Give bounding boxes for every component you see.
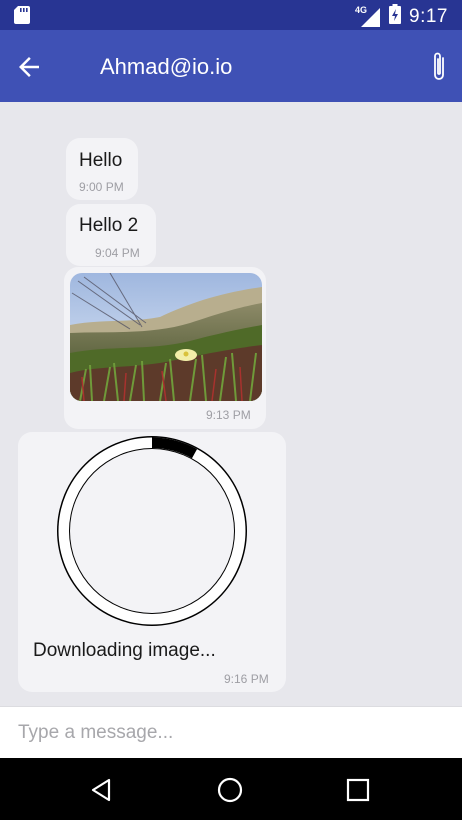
- message-list[interactable]: Hello 9:00 PM Hello 2 9:04 PM 9:13 PM Do…: [0, 102, 462, 706]
- message-photo[interactable]: [70, 273, 262, 401]
- message-time: 9:13 PM: [206, 408, 251, 422]
- message-text: Hello 2: [79, 215, 139, 236]
- message-text: Hello: [79, 150, 123, 171]
- message-time: 9:00 PM: [79, 180, 124, 194]
- attach-button[interactable]: [428, 50, 450, 84]
- paperclip-icon: [434, 52, 444, 80]
- status-icons: 4G 9:17: [355, 4, 448, 29]
- signal-icon: 4G: [355, 5, 381, 28]
- app-bar: Ahmad@io.io: [0, 30, 462, 102]
- message-time: 9:04 PM: [95, 246, 140, 260]
- arrow-left-icon: [19, 57, 39, 77]
- message-composer: [0, 706, 462, 759]
- message-bubble[interactable]: Hello 2 9:04 PM: [66, 204, 156, 266]
- message-time: 9:16 PM: [224, 672, 269, 686]
- message-bubble[interactable]: Hello 9:00 PM: [66, 138, 138, 200]
- back-triangle-icon: [91, 778, 111, 802]
- download-progress-ring: [57, 436, 247, 626]
- chat-screen: 4G 9:17 Ahmad@io.io Hello 9:00 PM Hello …: [0, 0, 462, 820]
- sd-card-icon: [14, 6, 30, 29]
- nav-home-button[interactable]: [215, 775, 245, 805]
- back-button[interactable]: [14, 52, 44, 82]
- nav-back-button[interactable]: [87, 775, 117, 805]
- system-nav-bar: [0, 758, 462, 820]
- recents-square-icon: [346, 778, 370, 802]
- home-circle-icon: [217, 777, 243, 803]
- message-input[interactable]: [0, 707, 462, 759]
- battery-charging-icon: [389, 4, 402, 29]
- contact-title: Ahmad@io.io: [100, 54, 233, 79]
- download-status-text: Downloading image...: [33, 640, 216, 661]
- nav-recents-button[interactable]: [343, 775, 373, 805]
- status-bar: 4G 9:17: [0, 0, 462, 30]
- status-time: 9:17: [409, 5, 448, 27]
